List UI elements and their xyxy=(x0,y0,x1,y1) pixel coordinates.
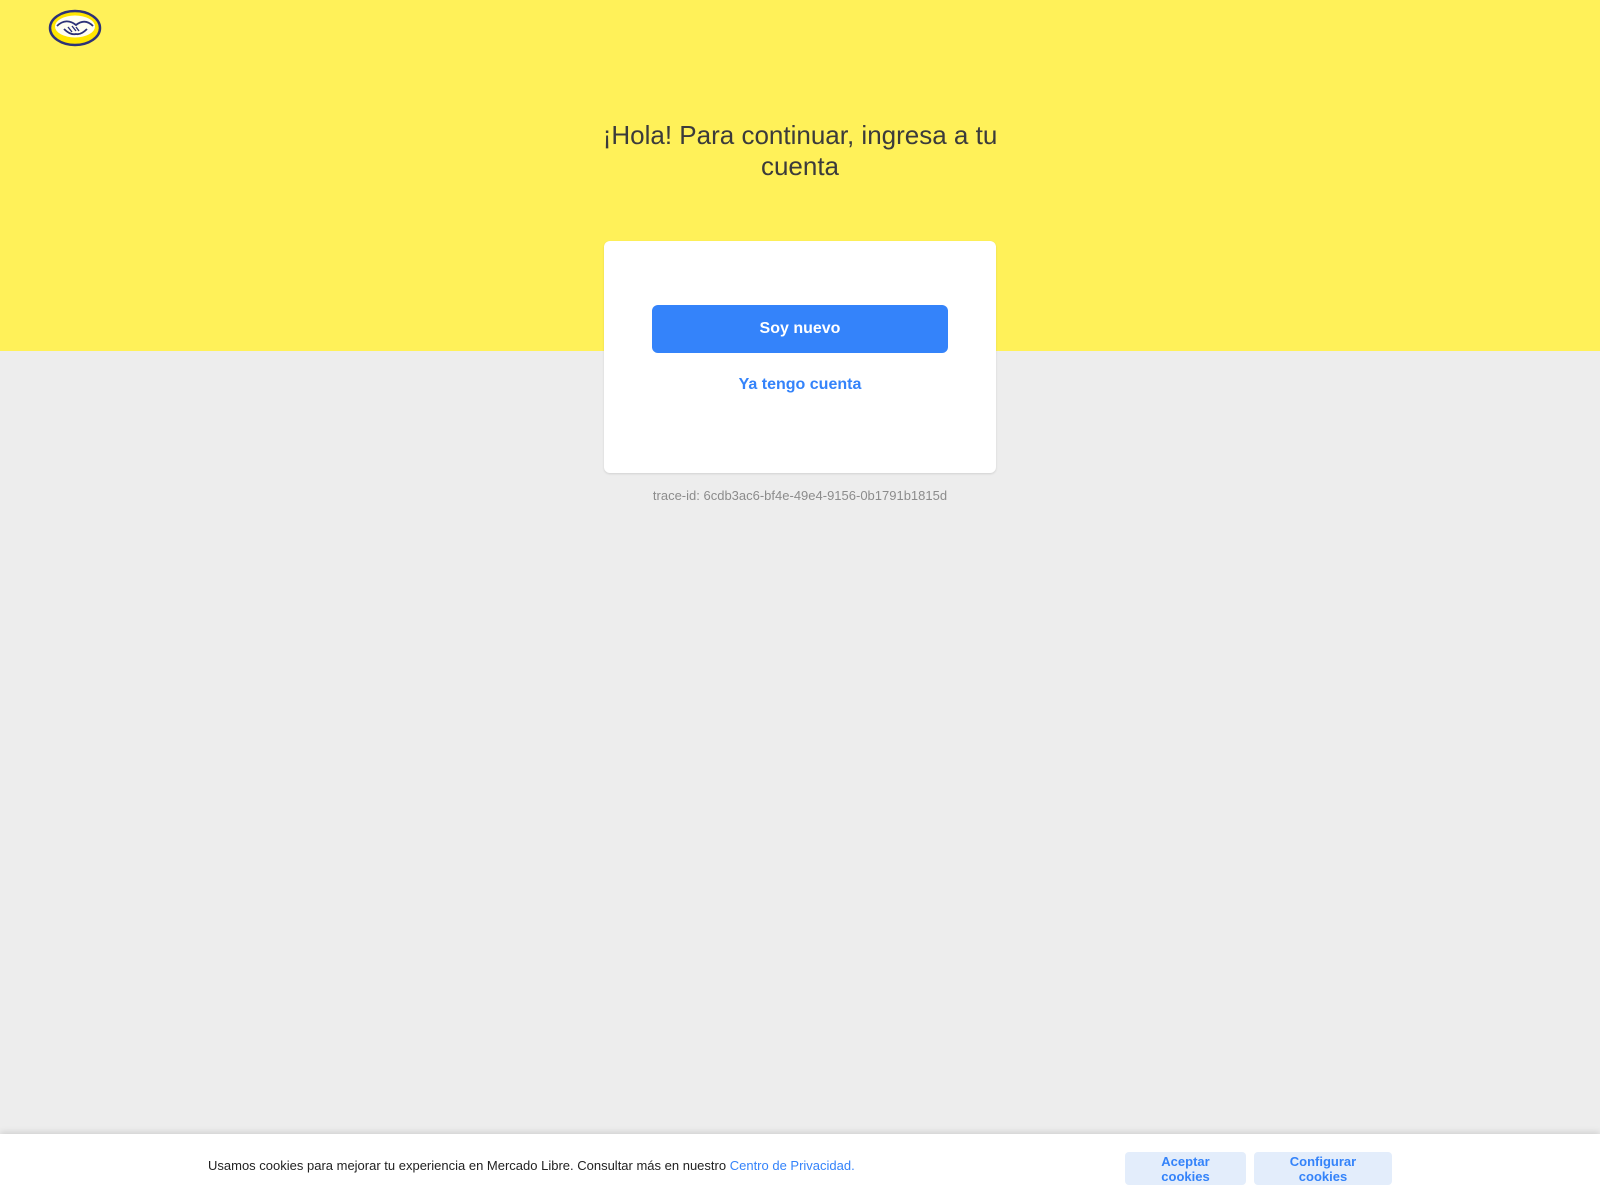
trace-id-text: trace-id: 6cdb3ac6-bf4e-49e4-9156-0b1791… xyxy=(652,488,948,503)
cookie-message-text: Usamos cookies para mejorar tu experienc… xyxy=(208,1158,727,1173)
new-user-button[interactable]: Soy nuevo xyxy=(652,305,948,353)
page-title: ¡Hola! Para continuar, ingresa a tu cuen… xyxy=(602,120,998,181)
configure-cookies-button[interactable]: Configurar cookies xyxy=(1254,1152,1392,1185)
existing-account-link[interactable]: Ya tengo cuenta xyxy=(652,365,948,405)
cookie-banner: Usamos cookies para mejorar tu experienc… xyxy=(0,1134,1600,1200)
privacy-center-link[interactable]: Centro de Privacidad. xyxy=(730,1158,855,1173)
cookie-message: Usamos cookies para mejorar tu experienc… xyxy=(208,1158,855,1173)
page: ¡Hola! Para continuar, ingresa a tu cuen… xyxy=(0,0,1600,1200)
mercado-libre-logo-icon[interactable] xyxy=(48,9,102,47)
login-choice-card: Soy nuevo Ya tengo cuenta xyxy=(604,241,996,473)
accept-cookies-button[interactable]: Aceptar cookies xyxy=(1125,1152,1246,1185)
